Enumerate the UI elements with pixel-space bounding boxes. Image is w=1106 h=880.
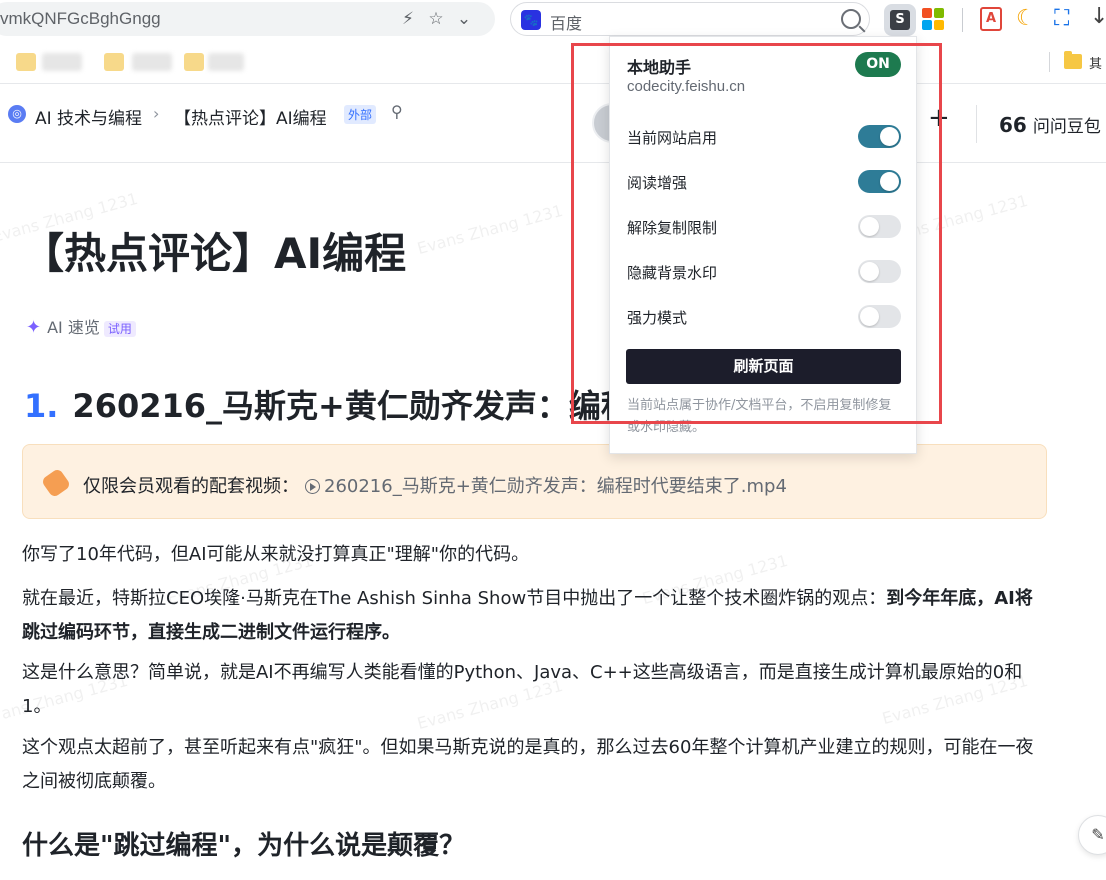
external-tag: 外部 [344,105,377,124]
quote-icon: 66 [999,113,1027,137]
video-prefix: 仅限会员观看的配套视频： [83,476,299,497]
comment-icon[interactable]: ✎ [1078,815,1106,855]
download-icon[interactable]: ↓ [1090,4,1106,29]
grid-tile [922,20,932,30]
grid-tile [934,20,944,30]
bookmark-item-blurred[interactable] [42,53,82,71]
heading-2: 什么是"跳过编程"，为什么说是颠覆？ [22,831,466,861]
toggle-knob [860,217,879,236]
bookmark-folder-icon[interactable] [184,53,204,71]
paragraph: 这个观点太超前了，甚至听起来有点"疯狂"。但如果马斯克说的是真的，那么过去60年… [22,737,1034,792]
document-header: ◎ AI 技术与编程 › 【热点评论】AI编程 外部 ⚲ + 66 问问豆包 [0,85,1106,163]
bookmarks-bar: 其 [0,40,1106,84]
popup-note: 当前站点属于协作/文档平台，不启用复制修复或水印隐藏。 [627,398,892,435]
popup-title: 本地助手 [627,58,692,77]
grid-tile [922,8,932,18]
paragraph-text: 就在最近，特斯拉CEO埃隆·马斯克在The Ashish Sinha Show节… [22,588,887,609]
toggle-knob [880,172,899,191]
heading-text: 260216_马斯克+黄仁勋齐发声：编程 [72,387,633,425]
ai-summary-label: AI 速览 [47,318,100,337]
breadcrumb-space[interactable]: AI 技术与编程 [35,104,142,129]
toggle-knob [860,307,879,326]
refresh-page-button[interactable]: 刷新页面 [626,349,901,384]
baidu-paw-icon: 🐾 [521,10,541,30]
star-icon[interactable]: ☆ [426,9,446,29]
bandage-icon [40,467,72,499]
toggle-force-mode[interactable] [858,305,901,328]
video-link[interactable]: 260216_马斯克+黄仁勋齐发声：编程时代要结束了.mp4 [324,476,787,497]
video-callout-text: 仅限会员观看的配套视频： 260216_马斯克+黄仁勋齐发声：编程时代要结束了.m… [83,472,787,498]
toggle-hide-watermark[interactable] [858,260,901,283]
extension-s-button[interactable]: S [884,4,916,36]
extension-grid-icon[interactable] [922,8,944,30]
toggle-label-hide-watermark: 隐藏背景水印 [627,264,718,282]
ask-doubao-button[interactable]: 66 问问豆包 [999,112,1101,137]
toggle-copy-unlock[interactable] [858,215,901,238]
crop-extension-icon[interactable]: ⛶ [1054,6,1069,31]
pin-icon[interactable]: ⚲ [391,102,403,121]
url-text[interactable]: vmkQNFGcBghGngg [0,9,161,29]
globe-icon: ◎ [8,105,26,123]
bookmark-folder-icon[interactable] [16,53,36,71]
header-divider [976,105,977,143]
toggle-label-copy-unlock: 解除复制限制 [627,219,718,237]
ask-doubao-label: 问问豆包 [1032,117,1101,137]
bookmarks-divider [1049,52,1050,72]
toggle-knob [860,262,879,281]
lightning-icon[interactable]: ⚡ [398,9,418,29]
paragraph: 这是什么意思？简单说，就是AI不再编写人类能看懂的Python、Java、C++… [22,662,1023,717]
toggle-label-site-enable: 当前网站启用 [627,129,718,147]
bookmark-folder-icon[interactable] [104,53,124,71]
search-engine-label: 百度 [550,14,583,33]
bookmark-item-blurred[interactable] [208,53,244,71]
trial-badge: 试用 [103,321,136,337]
bookmark-item-blurred[interactable] [132,53,172,71]
search-engine-box[interactable]: 🐾 百度 [510,2,870,36]
search-icon[interactable] [841,9,861,29]
moon-extension-icon[interactable]: ☾ [1016,6,1036,31]
status-badge[interactable]: ON [855,52,901,77]
heading-1: 1. 260216_马斯克+黄仁勋齐发声：编程 [24,381,633,427]
toggle-label-force-mode: 强力模式 [627,309,688,327]
pdf-extension-icon[interactable]: A [980,7,1002,31]
ai-summary-button[interactable]: ✦ AI 速览 试用 [26,314,136,338]
toolbar-divider [962,8,963,32]
toggle-site-enable[interactable] [858,125,901,148]
bookmark-folder-label[interactable]: 其 [1089,53,1102,72]
breadcrumb-separator-icon: › [153,104,160,123]
heading-number: 1. [24,387,59,425]
popup-domain: codecity.feishu.cn [627,78,746,95]
toggle-reading-enhance[interactable] [858,170,901,193]
address-bar[interactable]: vmkQNFGcBghGngg ⚡ ☆ ⌄ [0,2,495,36]
play-icon [305,479,320,494]
paragraph: 你写了10年代码，但AI可能从来就没打算真正"理解"你的代码。 [22,544,530,565]
bookmark-folder-icon[interactable] [1064,51,1082,69]
grid-tile [934,8,944,18]
sparkle-icon: ✦ [26,317,42,338]
watermark: Evans Zhang 1231 [415,200,565,259]
toggle-label-reading-enhance: 阅读增强 [627,174,688,192]
toggle-knob [880,127,899,146]
add-icon[interactable]: + [928,105,950,131]
extension-s-icon: S [890,10,910,30]
breadcrumb-page[interactable]: 【热点评论】AI编程 [174,104,327,129]
browser-toolbar: vmkQNFGcBghGngg ⚡ ☆ ⌄ 🐾 百度 S A ☾ ⛶ ↓ [0,0,1106,40]
extension-popup: 本地助手 codecity.feishu.cn ON 当前网站启用 阅读增强 解… [609,36,917,454]
page-title: 【热点评论】AI编程 [22,229,407,278]
member-video-callout: 仅限会员观看的配套视频： 260216_马斯克+黄仁勋齐发声：编程时代要结束了.m… [22,444,1047,519]
paragraph: 就在最近，特斯拉CEO埃隆·马斯克在The Ashish Sinha Show节… [22,582,1047,650]
chevron-down-icon[interactable]: ⌄ [454,9,474,29]
